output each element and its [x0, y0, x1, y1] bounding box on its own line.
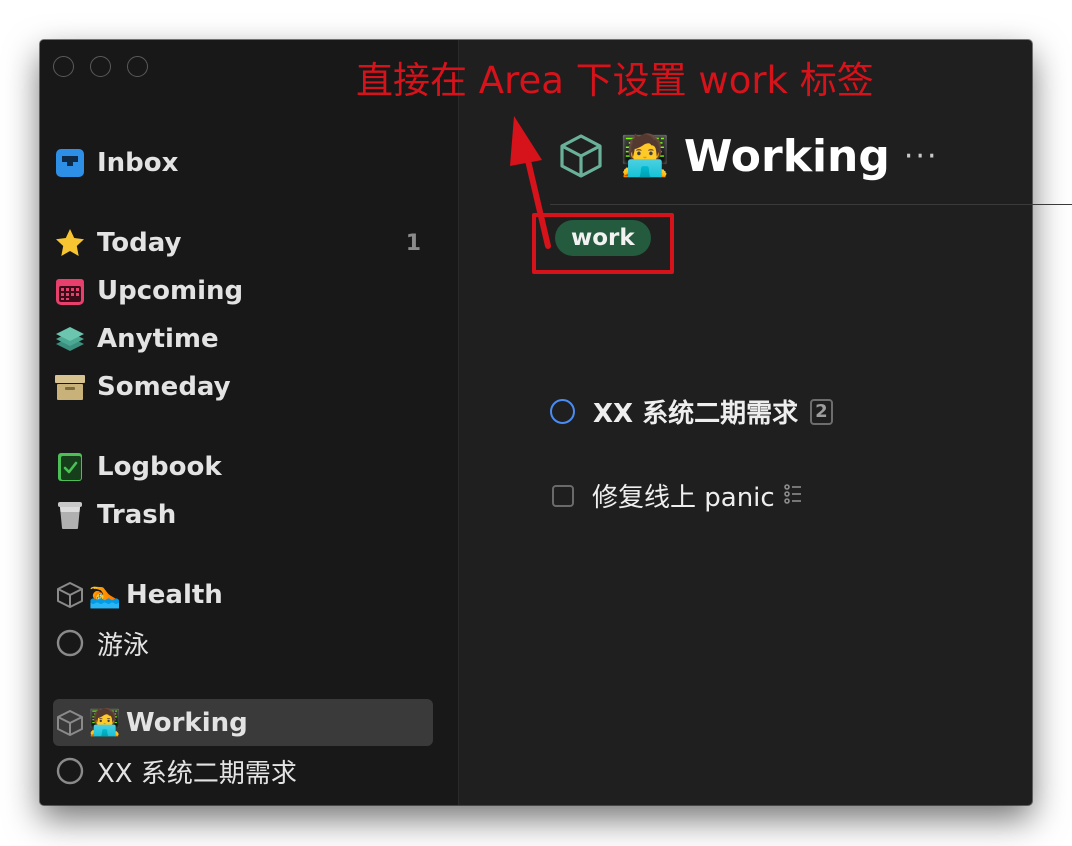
technologist-emoji-icon: 🧑‍💻	[88, 707, 122, 738]
area-cube-icon	[53, 578, 87, 612]
today-count-badge: 1	[405, 230, 421, 256]
archive-box-icon	[53, 370, 87, 404]
project-title[interactable]: XX 系统二期需求	[593, 393, 798, 430]
project-circle-icon	[53, 754, 87, 788]
todo-checkbox[interactable]	[552, 484, 574, 507]
inbox-icon	[53, 146, 87, 180]
layers-icon	[53, 322, 87, 356]
sidebar-area-health[interactable]: 🏊 Health	[53, 575, 433, 615]
sidebar-item-label: Logbook	[97, 452, 222, 482]
checklist-icon	[783, 483, 803, 509]
sidebar-item-trash[interactable]: Trash	[53, 495, 433, 535]
window-controls	[53, 56, 148, 77]
annotation-text: 直接在 Area 下设置 work 标签	[356, 59, 874, 102]
sidebar-item-today[interactable]: Today 1	[53, 223, 433, 263]
star-icon	[53, 226, 87, 260]
sidebar-item-label: Health	[126, 580, 223, 610]
more-options-button[interactable]: ···	[904, 139, 939, 174]
project-progress-circle-icon	[550, 399, 575, 424]
sidebar-item-inbox[interactable]: Inbox	[53, 143, 433, 183]
swimmer-emoji-icon: 🏊	[88, 580, 122, 610]
sidebar-project-item[interactable]: 游泳	[53, 623, 433, 663]
technologist-emoji-icon: 🧑‍💻	[620, 133, 670, 179]
page-title[interactable]: Working	[684, 131, 890, 182]
sidebar-item-logbook[interactable]: Logbook	[53, 447, 433, 487]
sidebar-item-label: Trash	[97, 500, 177, 530]
sidebar-item-label: 游泳	[97, 630, 150, 661]
annotation-highlight-box	[532, 213, 674, 274]
sidebar-area-working[interactable]: 🧑‍💻 Working	[53, 699, 433, 746]
logbook-icon	[53, 450, 87, 484]
project-circle-icon	[53, 626, 87, 660]
sidebar-item-label: Someday	[97, 372, 231, 402]
sidebar-item-upcoming[interactable]: Upcoming	[53, 271, 433, 311]
sidebar-item-label: Anytime	[97, 324, 219, 354]
area-header: 🧑‍💻 Working ···	[556, 126, 938, 186]
sidebar-item-someday[interactable]: Someday	[53, 367, 433, 407]
sidebar-item-anytime[interactable]: Anytime	[53, 319, 433, 359]
trash-icon	[53, 498, 87, 532]
zoom-window-button[interactable]	[127, 56, 148, 77]
area-cube-icon	[556, 131, 606, 181]
project-row[interactable]: XX 系统二期需求 2	[550, 393, 833, 430]
sidebar-item-label: Working	[126, 707, 248, 738]
sidebar-item-label: Upcoming	[97, 276, 244, 306]
minimize-window-button[interactable]	[90, 56, 111, 77]
header-divider	[550, 204, 1072, 205]
sidebar-item-label: Inbox	[97, 148, 179, 178]
project-count-badge: 2	[810, 398, 833, 425]
sidebar: Inbox Today 1 Upcoming Anytime Someday L…	[40, 40, 459, 805]
todo-title[interactable]: 修复线上 panic	[592, 477, 775, 514]
sidebar-item-label: Today	[97, 228, 182, 258]
todo-row[interactable]: 修复线上 panic	[550, 477, 803, 514]
area-cube-icon	[53, 706, 87, 740]
sidebar-project-item[interactable]: XX 系统二期需求	[53, 751, 433, 791]
close-window-button[interactable]	[53, 56, 74, 77]
calendar-icon	[53, 274, 87, 308]
sidebar-item-label: XX 系统二期需求	[97, 758, 297, 789]
